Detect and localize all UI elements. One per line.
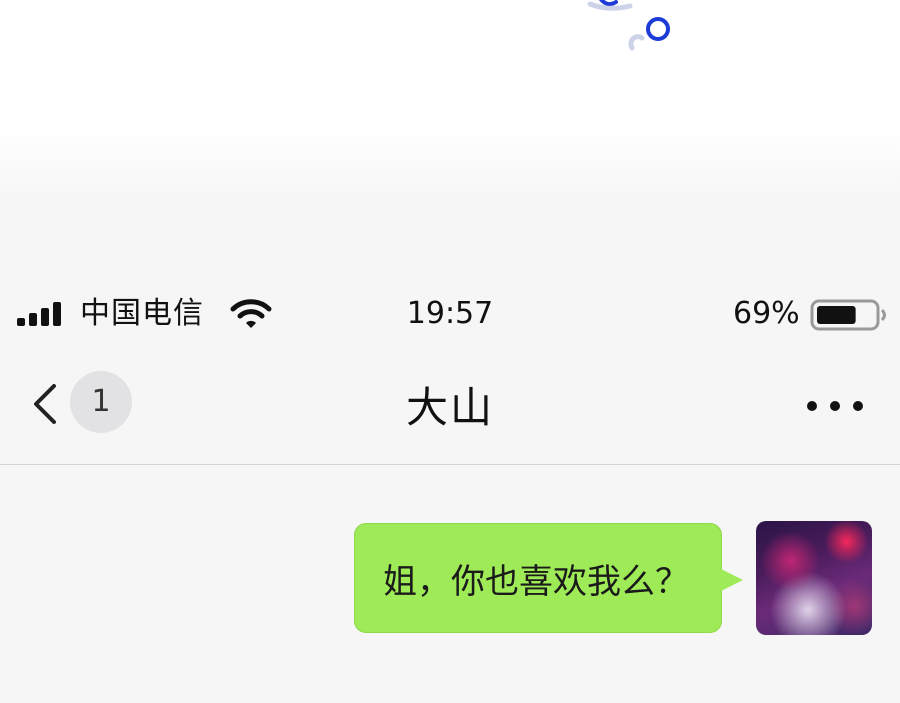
decorative-doodle-icon xyxy=(587,0,670,51)
more-options-button[interactable] xyxy=(800,384,870,428)
battery-icon xyxy=(810,299,886,331)
ellipsis-icon xyxy=(807,401,863,411)
message-row-outgoing: 姐，你也喜欢我么？ xyxy=(272,521,872,635)
avatar[interactable] xyxy=(756,521,872,635)
battery-percent: 69% xyxy=(733,296,800,331)
message-bubble[interactable]: 姐，你也喜欢我么？ xyxy=(354,523,722,633)
message-bubble-tail xyxy=(721,569,743,591)
status-bar: 中国电信 19:57 69% xyxy=(0,288,900,340)
chat-title: 大山 xyxy=(405,383,494,432)
chat-nav-bar: 1 大山 xyxy=(0,344,900,465)
message-list: 姐，你也喜欢我么？ xyxy=(0,465,900,703)
